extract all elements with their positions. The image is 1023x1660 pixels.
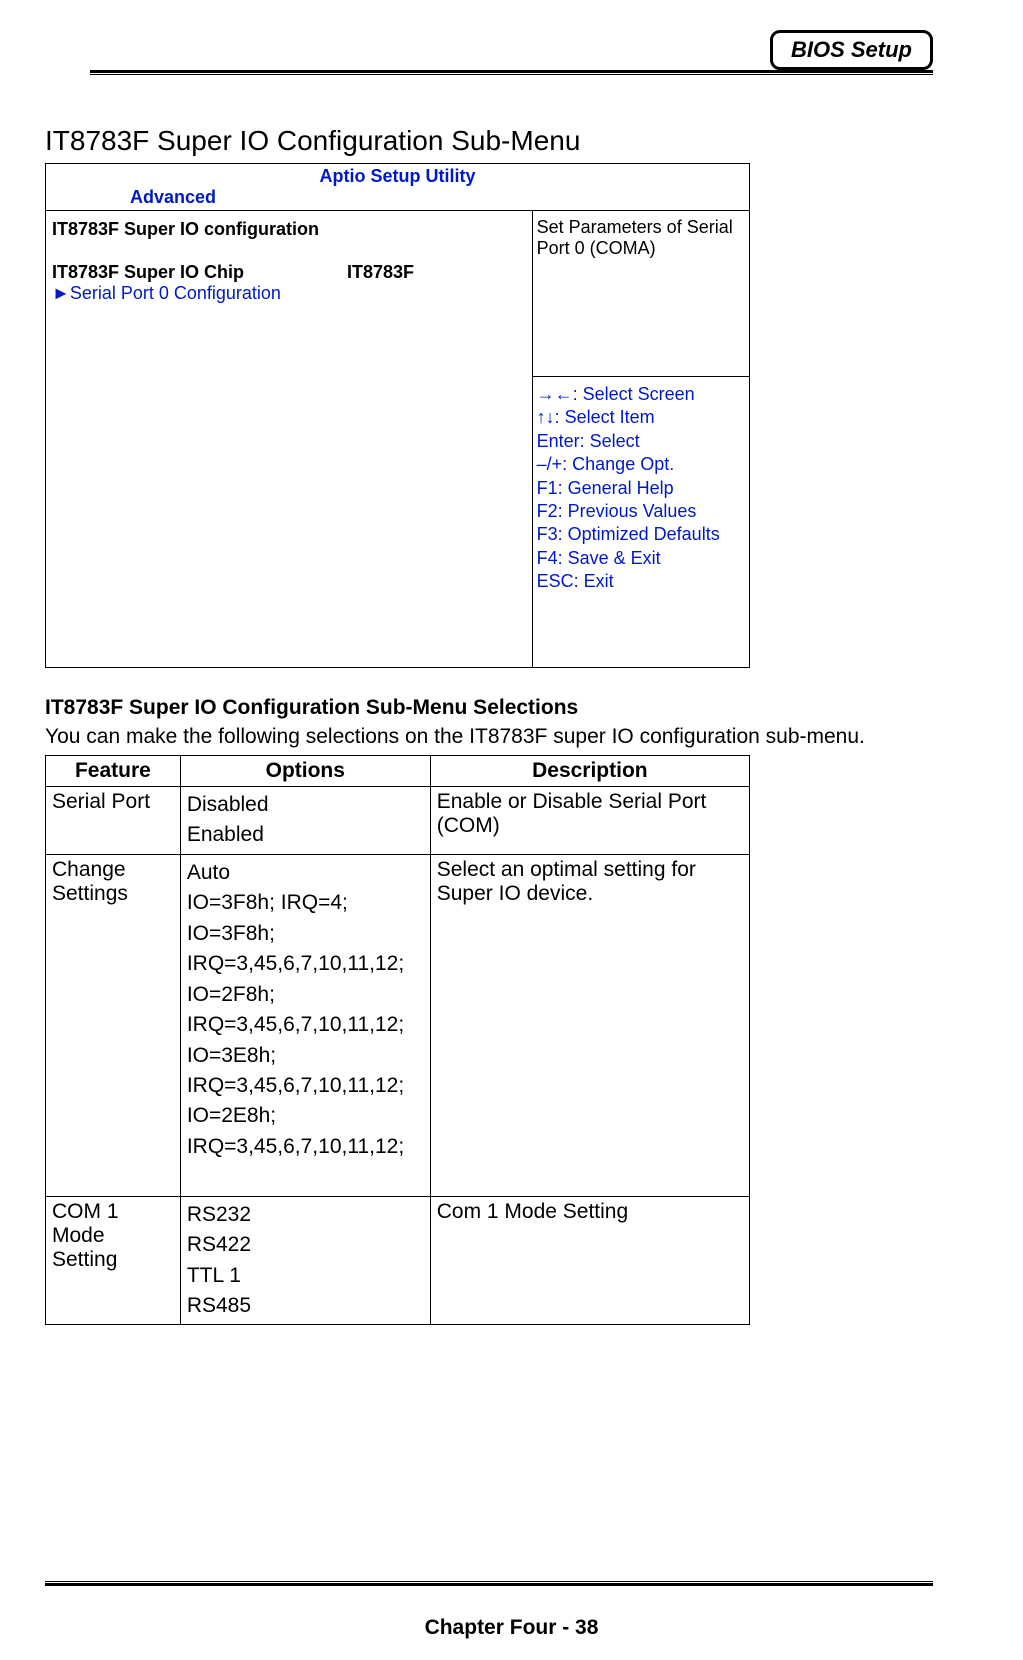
nav-select-item: ↑↓: Select Item (537, 406, 745, 429)
bios-nav-help: →←: Select Screen ↑↓: Select Item Enter:… (533, 377, 749, 667)
nav-optimized-defaults: F3: Optimized Defaults (537, 523, 745, 546)
page-content: IT8783F Super IO Configuration Sub-Menu … (0, 75, 1023, 1325)
option-value: IO=3E8h; (187, 1041, 424, 1071)
option-value: RS232 (187, 1200, 424, 1230)
bios-setup-badge: BIOS Setup (770, 30, 933, 70)
bios-config-title: IT8783F Super IO configuration (52, 219, 526, 240)
bios-help-text: Set Parameters of Serial Port 0 (COMA) (533, 211, 749, 377)
bios-screen: Aptio Setup Utility Advanced IT8783F Sup… (45, 163, 750, 668)
nav-previous-values: F2: Previous Values (537, 500, 745, 523)
option-value: RS485 (187, 1291, 424, 1321)
option-value: IRQ=3,45,6,7,10,11,12; (187, 949, 424, 979)
cell-options: RS232 RS422 TTL 1 RS485 (180, 1196, 430, 1325)
cell-options: Auto IO=3F8h; IRQ=4; IO=3F8h; IRQ=3,45,6… (180, 854, 430, 1196)
header-feature: Feature (46, 756, 181, 787)
option-value: IRQ=3,45,6,7,10,11,12; (187, 1071, 424, 1101)
header-rule-thin (90, 74, 933, 75)
cell-description: Enable or Disable Serial Port (COM) (430, 787, 749, 855)
table-header-row: Feature Options Description (46, 756, 750, 787)
footer-rule-thick (45, 1583, 933, 1586)
nav-general-help: F1: General Help (537, 477, 745, 500)
option-value (187, 1162, 424, 1192)
nav-save-exit: F4: Save & Exit (537, 547, 745, 570)
page-title: IT8783F Super IO Configuration Sub-Menu (45, 125, 933, 157)
bios-right-pane: Set Parameters of Serial Port 0 (COMA) →… (533, 211, 749, 667)
option-value: RS422 (187, 1230, 424, 1260)
bios-chip-row: IT8783F Super IO Chip IT8783F (52, 262, 526, 283)
nav-select-screen: →←: Select Screen (537, 383, 745, 406)
page-footer: Chapter Four - 38 (0, 1581, 1023, 1640)
option-value: IO=2F8h; (187, 980, 424, 1010)
cell-feature: Serial Port (46, 787, 181, 855)
option-value: IRQ=3,45,6,7,10,11,12; (187, 1132, 424, 1162)
cell-feature: Change Settings (46, 854, 181, 1196)
footer-rule-thin (45, 1581, 933, 1582)
option-value: IO=2E8h; (187, 1101, 424, 1131)
option-value: TTL 1 (187, 1261, 424, 1291)
page-header: BIOS Setup (0, 0, 1023, 75)
option-value: Enabled (187, 820, 424, 850)
option-value: IO=3F8h; IRQ=4; (187, 888, 424, 918)
bios-header: Aptio Setup Utility Advanced (46, 164, 749, 211)
header-description: Description (430, 756, 749, 787)
option-value: IRQ=3,45,6,7,10,11,12; (187, 1010, 424, 1040)
header-rule-thick (90, 70, 933, 73)
bios-chip-label: IT8783F Super IO Chip (52, 262, 342, 283)
submenu-arrow-icon: ► (52, 283, 70, 303)
option-value: Disabled (187, 790, 424, 820)
cell-description: Select an optimal setting for Super IO d… (430, 854, 749, 1196)
nav-enter-select: Enter: Select (537, 430, 745, 453)
cell-options: Disabled Enabled (180, 787, 430, 855)
selections-table: Feature Options Description Serial Port … (45, 755, 750, 1325)
bios-chip-value: IT8783F (347, 262, 414, 282)
header-options: Options (180, 756, 430, 787)
bios-body: IT8783F Super IO configuration IT8783F S… (46, 211, 749, 667)
option-value: IO=3F8h; (187, 919, 424, 949)
table-row: COM 1 Mode Setting RS232 RS422 TTL 1 RS4… (46, 1196, 750, 1325)
cell-description: Com 1 Mode Setting (430, 1196, 749, 1325)
nav-change-opt: –/+: Change Opt. (537, 453, 745, 476)
bios-submenu-link[interactable]: ►Serial Port 0 Configuration (52, 283, 526, 304)
bios-submenu-label: Serial Port 0 Configuration (70, 283, 281, 303)
selections-section: IT8783F Super IO Configuration Sub-Menu … (45, 696, 933, 1325)
footer-chapter-label: Chapter Four - 38 (0, 1616, 1023, 1640)
selections-intro: You can make the following selections on… (45, 725, 933, 749)
nav-esc-exit: ESC: Exit (537, 570, 745, 593)
table-row: Change Settings Auto IO=3F8h; IRQ=4; IO=… (46, 854, 750, 1196)
bios-left-pane: IT8783F Super IO configuration IT8783F S… (46, 211, 533, 667)
option-value: Auto (187, 858, 424, 888)
selections-heading: IT8783F Super IO Configuration Sub-Menu … (45, 696, 933, 720)
table-row: Serial Port Disabled Enabled Enable or D… (46, 787, 750, 855)
bios-tab-advanced[interactable]: Advanced (52, 187, 743, 208)
bios-utility-title: Aptio Setup Utility (52, 166, 743, 187)
cell-feature: COM 1 Mode Setting (46, 1196, 181, 1325)
